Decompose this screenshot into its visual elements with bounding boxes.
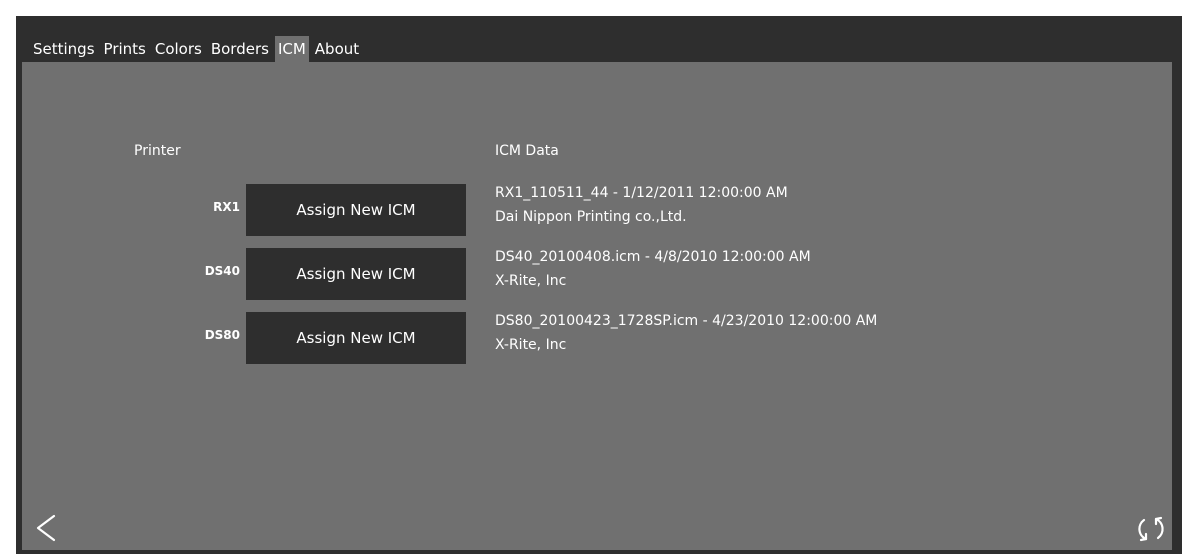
icm-vendor: X-Rite, Inc [495,337,567,353]
tab-settings[interactable]: Settings [30,36,98,62]
printer-row: RX1 Assign New ICM RX1_110511_44 - 1/12/… [22,184,1172,236]
icm-vendor: X-Rite, Inc [495,273,567,289]
assign-new-icm-button[interactable]: Assign New ICM [246,312,466,364]
icm-file-info: RX1_110511_44 - 1/12/2011 12:00:00 AM [495,185,788,201]
icm-panel: Printer ICM Data RX1 Assign New ICM RX1_… [22,62,1172,550]
app-window: Settings Prints Colors Borders ICM About… [16,16,1182,554]
tab-icm[interactable]: ICM [274,36,309,62]
printer-name: RX1 [213,200,240,214]
chevron-left-icon [36,514,56,542]
icm-file-info: DS40_20100408.icm - 4/8/2010 12:00:00 AM [495,249,811,265]
printer-name: DS80 [204,328,240,342]
tab-colors[interactable]: Colors [152,36,205,62]
icm-file-info: DS80_20100423_1728SP.icm - 4/23/2010 12:… [495,313,878,329]
tab-borders[interactable]: Borders [208,36,272,62]
assign-new-icm-button[interactable]: Assign New ICM [246,184,466,236]
back-button[interactable] [32,510,62,546]
printer-row: DS40 Assign New ICM DS40_20100408.icm - … [22,248,1172,300]
printer-name: DS40 [204,264,240,278]
icm-vendor: Dai Nippon Printing co.,Ltd. [495,209,687,225]
tab-bar: Settings Prints Colors Borders ICM About [30,36,365,62]
tab-about[interactable]: About [312,36,362,62]
assign-new-icm-button[interactable]: Assign New ICM [246,248,466,300]
refresh-button[interactable] [1134,512,1168,546]
refresh-icon [1138,516,1164,542]
printer-column-header: Printer [134,143,181,159]
icm-data-column-header: ICM Data [495,143,559,159]
tab-prints[interactable]: Prints [101,36,149,62]
printer-row: DS80 Assign New ICM DS80_20100423_1728SP… [22,312,1172,364]
